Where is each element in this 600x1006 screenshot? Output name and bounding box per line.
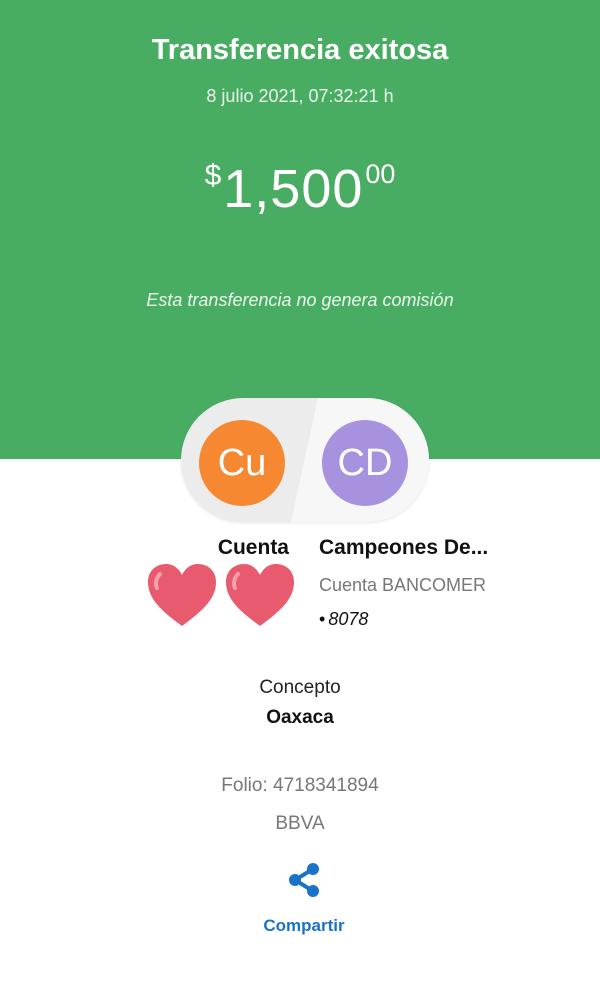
transfer-datetime: 8 julio 2021, 07:32:21 h: [206, 86, 394, 106]
account-dot: •: [319, 609, 326, 629]
share-label[interactable]: Compartir: [250, 916, 358, 936]
to-account-number: • 8078: [319, 609, 368, 630]
concept-label: Concepto: [259, 677, 341, 698]
header-banner: [0, 0, 600, 459]
heart-sticker-icon: [226, 564, 294, 626]
share-icon[interactable]: [287, 862, 321, 898]
concept-value: Oaxaca: [266, 707, 334, 728]
amount-cents: 00: [365, 159, 396, 189]
folio-number: Folio: 4718341894: [221, 775, 379, 796]
account-digits: 8078: [328, 609, 369, 629]
share-button[interactable]: Compartir: [250, 860, 358, 940]
to-account-name: Campeones De...: [319, 536, 489, 559]
heart-sticker-icon: [148, 564, 216, 626]
commission-note: Esta transferencia no genera comisión: [146, 290, 454, 310]
page-title: Transferencia exitosa: [151, 34, 449, 66]
to-bank-account: Cuenta BANCOMER: [319, 575, 487, 595]
bank-name: BBVA: [275, 813, 325, 834]
avatar-to: CD: [322, 420, 408, 506]
from-account-name: Cuenta: [217, 536, 289, 559]
amount-main: 1,500: [223, 159, 364, 219]
transfer-amount: $1,50000: [0, 158, 600, 220]
amount-currency-symbol: $: [204, 159, 222, 192]
avatar-from: Cu: [199, 420, 285, 506]
